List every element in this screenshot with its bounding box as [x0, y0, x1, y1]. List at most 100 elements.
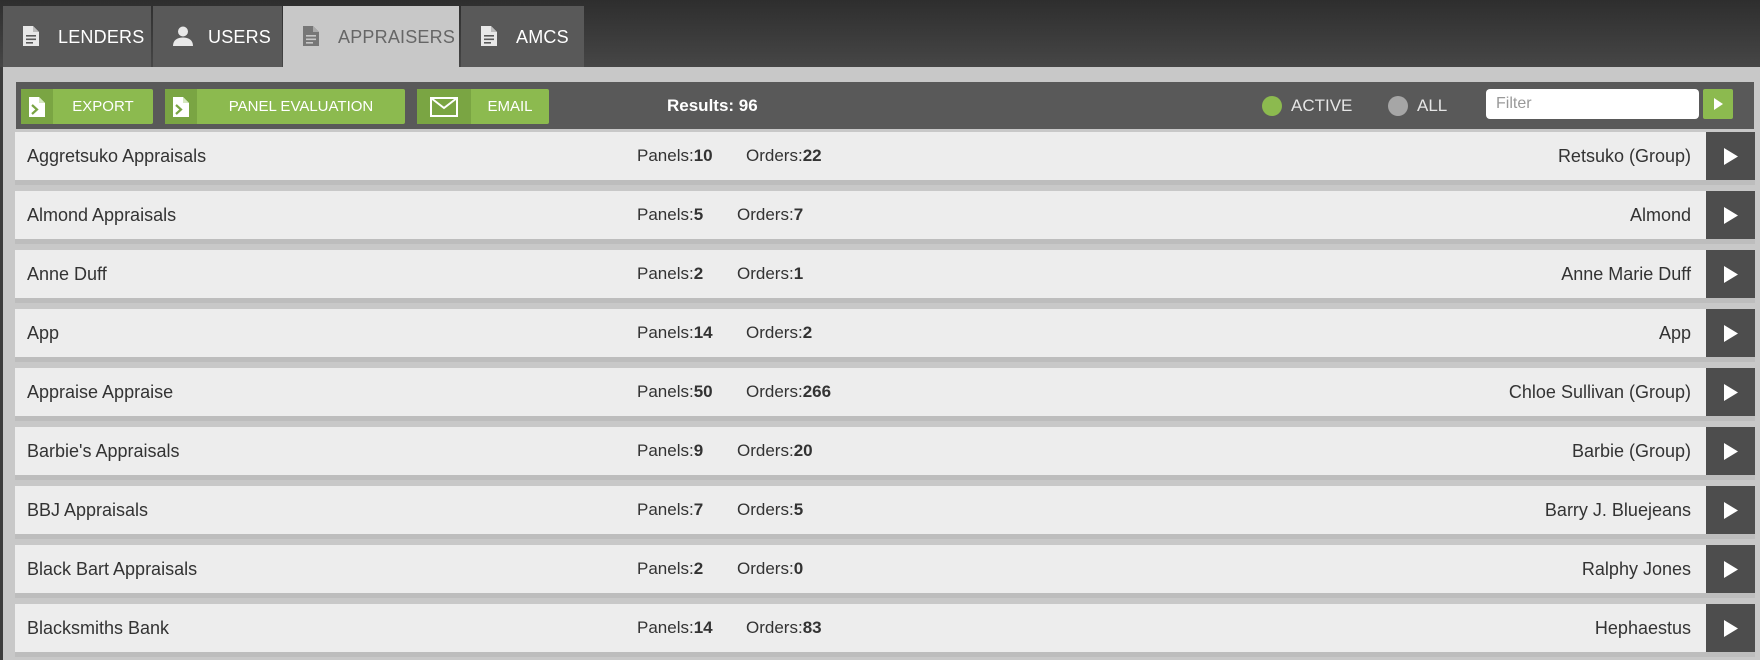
panels-value: 9	[693, 441, 704, 460]
orders-label: Orders:	[746, 323, 803, 342]
document-icon	[481, 26, 497, 51]
tab-users[interactable]: USERS	[153, 6, 282, 67]
play-icon	[1723, 147, 1738, 165]
open-row-button[interactable]	[1706, 191, 1755, 239]
panels-label: Panels:	[637, 441, 694, 460]
appraiser-name: BBJ Appraisals	[27, 500, 149, 520]
filter-input[interactable]	[1486, 89, 1699, 119]
play-icon	[1723, 442, 1738, 460]
list-item[interactable]: App Panels:14 Orders:2 App	[15, 309, 1755, 362]
contact-name: Barry J. Bluejeans	[1544, 500, 1691, 520]
play-icon	[1723, 324, 1738, 342]
orders-value: 0	[793, 559, 804, 578]
panels-value: 50	[693, 382, 713, 401]
envelope-icon	[417, 89, 471, 124]
appraiser-list: Aggretsuko Appraisals Panels:10 Orders:2…	[15, 132, 1755, 660]
panels-value: 14	[693, 618, 713, 637]
orders-count: Orders:266	[746, 368, 831, 416]
list-item[interactable]: Almond Appraisals Panels:5 Orders:7 Almo…	[15, 191, 1755, 244]
list-item[interactable]: BBJ Appraisals Panels:7 Orders:5 Barry J…	[15, 486, 1755, 539]
open-row-button[interactable]	[1706, 132, 1755, 180]
play-icon	[1723, 560, 1738, 578]
orders-count: Orders:83	[746, 604, 822, 652]
orders-label: Orders:	[737, 441, 794, 460]
email-label: EMAIL	[487, 98, 533, 115]
appraiser-name: Black Bart Appraisals	[27, 559, 198, 579]
all-label: ALL	[1417, 96, 1448, 115]
play-icon	[1723, 619, 1738, 637]
appraiser-name: Blacksmiths Bank	[27, 618, 170, 638]
tab-label: AMCS	[516, 27, 569, 47]
contact-name: App	[1658, 323, 1691, 343]
panels-label: Panels:	[637, 146, 694, 165]
tab-label: APPRAISERS	[338, 27, 456, 47]
panels-count: Panels:9	[637, 427, 703, 475]
open-row-button[interactable]	[1706, 545, 1755, 593]
contact-name: Chloe Sullivan (Group)	[1508, 382, 1691, 402]
tab-label: LENDERS	[58, 27, 145, 47]
email-button[interactable]: EMAIL	[417, 89, 549, 124]
appraiser-name: App	[27, 323, 60, 343]
panels-count: Panels:14	[637, 604, 713, 652]
panels-label: Panels:	[637, 618, 694, 637]
active-radio[interactable]: ACTIVE	[1262, 94, 1352, 118]
open-row-button[interactable]	[1706, 309, 1755, 357]
contact-name: Anne Marie Duff	[1561, 264, 1691, 284]
play-icon	[1723, 383, 1738, 401]
panels-value: 10	[693, 146, 713, 165]
orders-label: Orders:	[737, 205, 794, 224]
panels-value: 2	[693, 264, 704, 283]
list-item[interactable]: Anne Duff Panels:2 Orders:1 Anne Marie D…	[15, 250, 1755, 303]
panels-label: Panels:	[637, 205, 694, 224]
open-row-button[interactable]	[1706, 368, 1755, 416]
export-button[interactable]: EXPORT	[21, 89, 153, 124]
orders-count: Orders:1	[737, 250, 803, 298]
orders-value: 266	[802, 382, 832, 401]
orders-value: 2	[802, 323, 813, 342]
panels-count: Panels:2	[637, 545, 703, 593]
tab-appraisers[interactable]: APPRAISERS	[283, 6, 459, 67]
panels-count: Panels:2	[637, 250, 703, 298]
orders-count: Orders:20	[737, 427, 813, 475]
play-icon	[1723, 501, 1738, 519]
tab-amcs[interactable]: AMCS	[461, 6, 584, 67]
list-item[interactable]: Aggretsuko Appraisals Panels:10 Orders:2…	[15, 132, 1755, 185]
open-row-button[interactable]	[1706, 427, 1755, 475]
panels-value: 2	[693, 559, 704, 578]
orders-count: Orders:22	[746, 132, 822, 180]
panels-count: Panels:50	[637, 368, 713, 416]
list-item[interactable]: Blacksmiths Bank Panels:14 Orders:83 Hep…	[15, 604, 1755, 657]
list-item[interactable]: Appraise Appraise Panels:50 Orders:266 C…	[15, 368, 1755, 421]
panels-value: 5	[693, 205, 704, 224]
open-row-button[interactable]	[1706, 604, 1755, 652]
orders-label: Orders:	[746, 618, 803, 637]
panels-count: Panels:5	[637, 191, 703, 239]
orders-count: Orders:2	[746, 309, 812, 357]
orders-label: Orders:	[737, 264, 794, 283]
open-row-button[interactable]	[1706, 486, 1755, 534]
orders-label: Orders:	[737, 500, 794, 519]
panels-count: Panels:14	[637, 309, 713, 357]
orders-value: 7	[793, 205, 804, 224]
orders-value: 83	[802, 618, 822, 637]
play-icon	[1714, 98, 1723, 110]
orders-label: Orders:	[746, 146, 803, 165]
list-item[interactable]: Barbie's Appraisals Panels:9 Orders:20 B…	[15, 427, 1755, 480]
orders-value: 1	[793, 264, 804, 283]
panels-label: Panels:	[637, 559, 694, 578]
open-row-button[interactable]	[1706, 250, 1755, 298]
appraiser-name: Barbie's Appraisals	[27, 441, 180, 461]
tab-label: USERS	[208, 27, 272, 47]
appraisers-panel: EXPORT PANEL EVALUATION EMAIL Results: 9…	[3, 67, 1760, 660]
appraiser-name: Almond Appraisals	[27, 205, 177, 225]
all-radio[interactable]: ALL	[1388, 94, 1447, 118]
filter-submit-button[interactable]	[1703, 89, 1733, 119]
excel-icon	[165, 89, 197, 124]
tab-lenders[interactable]: LENDERS	[3, 6, 151, 67]
toolbar: EXPORT PANEL EVALUATION EMAIL Results: 9…	[16, 82, 1754, 129]
panel-evaluation-button[interactable]: PANEL EVALUATION	[165, 89, 405, 124]
list-item[interactable]: Black Bart Appraisals Panels:2 Orders:0 …	[15, 545, 1755, 598]
excel-icon	[21, 89, 53, 124]
panels-value: 7	[693, 500, 704, 519]
contact-name: Hephaestus	[1594, 618, 1691, 638]
